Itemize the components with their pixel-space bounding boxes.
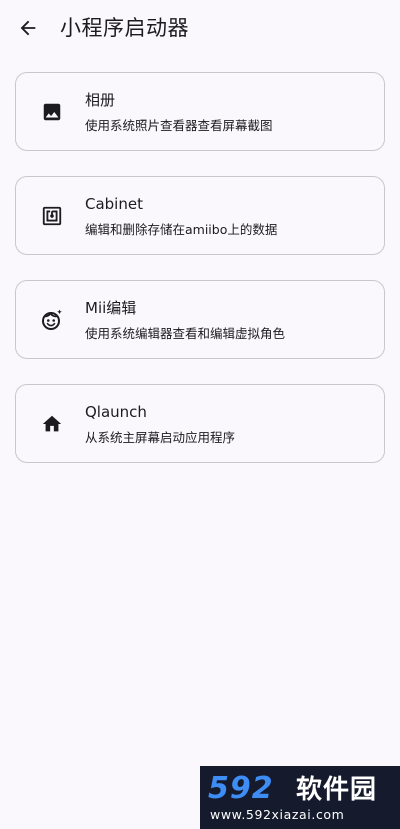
image-icon [40, 100, 64, 124]
applet-description: 编辑和删除存储在amiibo上的数据 [85, 222, 278, 237]
watermark-logo: 592 软件园 www.592xiazai.com [200, 766, 400, 829]
page-title: 小程序启动器 [60, 16, 189, 40]
applet-title: Mii编辑 [85, 299, 137, 317]
applet-card-qlaunch[interactable]: Qlaunch 从系统主屏幕启动应用程序 [15, 384, 385, 463]
watermark-number: 592 [208, 771, 274, 806]
nfc-tag-icon [40, 204, 64, 228]
watermark-url: www.592xiazai.com [210, 807, 345, 822]
applet-list: 相册 使用系统照片查看器查看屏幕截图 Cabinet 编辑和删除存储在amiib… [15, 72, 385, 488]
mii-face-icon [40, 308, 64, 332]
applet-title: Qlaunch [85, 403, 147, 421]
top-app-bar: 小程序启动器 [0, 0, 400, 56]
back-button[interactable] [12, 12, 44, 44]
home-icon [40, 412, 64, 436]
applet-card-mii-edit[interactable]: Mii编辑 使用系统编辑器查看和编辑虚拟角色 [15, 280, 385, 359]
applet-description: 从系统主屏幕启动应用程序 [85, 430, 236, 445]
applet-title: Cabinet [85, 195, 143, 213]
applet-title: 相册 [85, 91, 116, 109]
arrow-back-icon [20, 20, 36, 36]
applet-description: 使用系统照片查看器查看屏幕截图 [85, 118, 273, 133]
applet-card-album[interactable]: 相册 使用系统照片查看器查看屏幕截图 [15, 72, 385, 151]
applet-description: 使用系统编辑器查看和编辑虚拟角色 [85, 326, 286, 341]
watermark-brand: 软件园 [296, 775, 378, 805]
applet-card-cabinet[interactable]: Cabinet 编辑和删除存储在amiibo上的数据 [15, 176, 385, 255]
